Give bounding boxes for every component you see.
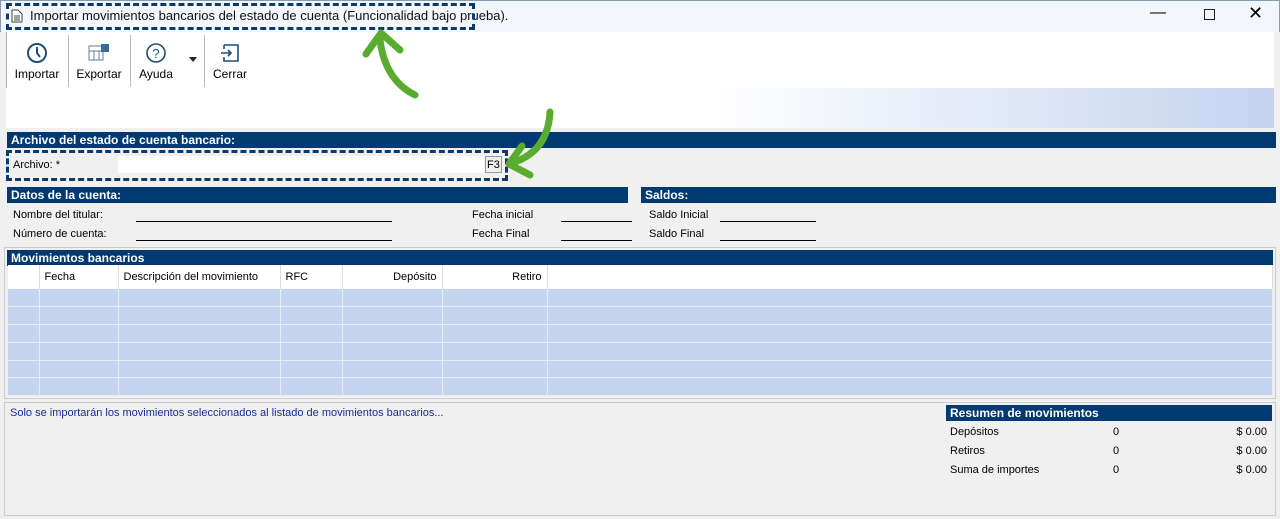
exit-icon: [221, 44, 239, 62]
arrow-head-icon: [505, 142, 534, 179]
table-row[interactable]: [8, 289, 1273, 308]
datos-header: Datos de la cuenta:: [7, 187, 628, 203]
numero-label: Número de cuenta:: [13, 228, 107, 240]
table-row[interactable]: [8, 342, 1273, 361]
movimientos-header: Movimientos bancarios: [7, 250, 1273, 266]
highlight-box: [6, 3, 475, 30]
minimize-button[interactable]: —: [1150, 4, 1166, 22]
importar-button[interactable]: Importar: [7, 32, 67, 88]
fecha-inicial-value: [561, 221, 632, 222]
fecha-final-value: [561, 240, 632, 241]
close-button[interactable]: ✕: [1248, 3, 1263, 24]
table-header-row: Fecha Descripción del movimiento RFC Dep…: [8, 265, 1273, 289]
table-row[interactable]: [8, 324, 1273, 343]
col-retiro[interactable]: Retiro: [442, 265, 548, 289]
col-fecha[interactable]: Fecha: [39, 265, 119, 289]
saldo-final-label: Saldo Final: [649, 228, 705, 240]
table-row[interactable]: [8, 306, 1273, 326]
saldo-final-value: [720, 240, 816, 241]
nombre-label: Nombre del titular:: [13, 209, 103, 221]
footer-note: Solo se importarán los movimientos selec…: [10, 407, 444, 419]
numero-value: [136, 240, 392, 241]
toolbar: Importar Exportar ? Ayuda Cerrar: [6, 32, 1274, 88]
cerrar-button[interactable]: Cerrar: [205, 32, 255, 88]
ayuda-button[interactable]: ? Ayuda: [131, 32, 197, 88]
help-icon: ?: [146, 43, 166, 63]
resumen-header: Resumen de movimientos: [946, 405, 1272, 421]
clock-icon: [27, 43, 47, 63]
fecha-final-label: Fecha Final: [472, 228, 530, 240]
table-row[interactable]: [8, 377, 1273, 397]
table-row[interactable]: [8, 360, 1273, 379]
col-select[interactable]: [8, 265, 40, 289]
saldo-inicial-label: Saldo Inicial: [649, 209, 709, 221]
col-descripcion[interactable]: Descripción del movimiento: [118, 265, 281, 289]
col-empty: [547, 265, 1273, 289]
saldos-header: Saldos:: [641, 187, 1276, 203]
maximize-button[interactable]: [1204, 9, 1215, 20]
highlight-box: [6, 150, 508, 181]
svg-text:?: ?: [152, 46, 159, 61]
exportar-button[interactable]: Exportar: [69, 32, 129, 88]
archivo-header: Archivo del estado de cuenta bancario:: [7, 132, 1276, 148]
movimientos-table[interactable]: Fecha Descripción del movimiento RFC Dep…: [8, 265, 1273, 397]
header-band: [6, 88, 1274, 128]
saldo-inicial-value: [720, 221, 816, 222]
col-rfc[interactable]: RFC: [280, 265, 343, 289]
excel-export-icon: [88, 44, 109, 61]
col-deposito[interactable]: Depósito: [342, 265, 443, 289]
nombre-value: [136, 221, 392, 222]
fecha-inicial-label: Fecha inicial: [472, 209, 534, 221]
dropdown-arrow-icon[interactable]: [189, 57, 197, 66]
